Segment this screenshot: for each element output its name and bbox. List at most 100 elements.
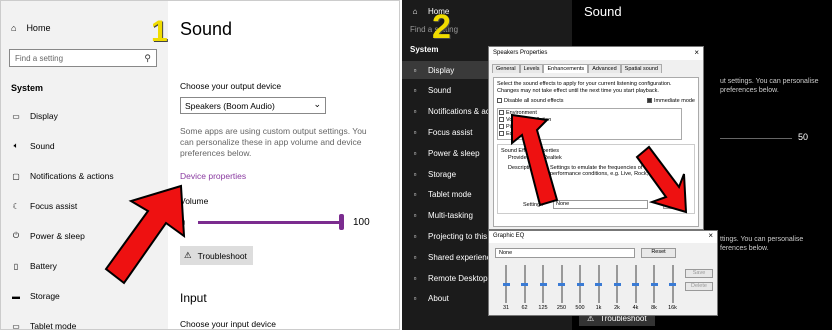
dialog-tab[interactable]: Levels: [519, 64, 544, 73]
dialog-tab[interactable]: Enhancements: [543, 64, 589, 73]
red-arrow-icon: [104, 184, 186, 285]
volume-value: 100: [353, 217, 370, 228]
sidebar-item[interactable]: ▭ Display: [1, 107, 168, 125]
volume-slider[interactable]: [720, 138, 792, 139]
close-icon[interactable]: ×: [694, 48, 699, 57]
sidebar-item-label: Storage: [30, 291, 60, 301]
reset-button[interactable]: Reset: [641, 248, 676, 258]
sidebar-item[interactable]: ▭ Tablet mode: [1, 317, 168, 330]
input-label: Choose your input device: [180, 319, 276, 329]
display-icon: ▭: [12, 111, 20, 121]
section-heading: System: [11, 83, 44, 93]
eq-band-thumb[interactable]: [502, 283, 510, 286]
sidebar-item-label: Storage: [428, 169, 457, 179]
sidebar-item-label: Sound: [428, 86, 452, 96]
eq-band-thumb[interactable]: [576, 283, 584, 286]
nav-icon: ▫: [413, 107, 417, 117]
eq-band-thumb[interactable]: [669, 283, 676, 286]
dialog-tab[interactable]: Spatial sound: [620, 64, 662, 73]
background-text: ut settings. You can personalise: [720, 78, 819, 85]
eq-band-thumb[interactable]: [595, 283, 602, 286]
tablet-icon: ▭: [12, 321, 20, 330]
graphic-eq-window: Graphic EQ × None Reset Save Delete 31 62 1…: [488, 230, 718, 316]
eq-titlebar: Graphic EQ ×: [489, 231, 717, 243]
nav-icon: ▫: [413, 65, 417, 75]
search-icon: ⚲: [144, 53, 151, 63]
nav-icon: ▫: [413, 294, 417, 304]
background-text: ferences below.: [720, 245, 769, 252]
sidebar-item-label: Tablet mode: [30, 321, 77, 330]
eq-band-thumb[interactable]: [650, 283, 658, 286]
nav-icon: ▫: [413, 148, 417, 158]
eq-band-label: 16k: [668, 305, 677, 311]
eq-band-thumb[interactable]: [521, 283, 528, 286]
tab-description: Select the sound effects to apply for yo…: [497, 81, 672, 94]
home-icon: ⌂: [11, 23, 17, 33]
eq-band-label: 1k: [595, 305, 602, 311]
input-heading: Input: [180, 291, 207, 305]
delete-button[interactable]: Delete: [685, 282, 713, 291]
home-link[interactable]: ⌂ Home: [402, 2, 572, 20]
home-icon: ⌂: [412, 6, 418, 16]
red-arrow-icon: [635, 145, 688, 214]
background-text: ttings. You can personalise: [720, 236, 804, 243]
speaker-icon: 🔈︎: [13, 141, 19, 150]
background-text: preferences below.: [720, 87, 779, 94]
sidebar-item[interactable]: 🔈︎ Sound: [1, 137, 168, 155]
eq-band-label: 31: [502, 305, 510, 311]
volume-value: 50: [798, 132, 809, 142]
sidebar-item-label: Remote Desktop: [428, 273, 488, 283]
output-label: Choose your output device: [180, 81, 282, 91]
eq-band-thumb[interactable]: [539, 283, 547, 286]
main-content: Sound Choose your output device Speakers…: [168, 1, 399, 329]
nav-icon: ▫: [413, 127, 417, 137]
save-button[interactable]: Save: [685, 269, 713, 278]
immediate-mode-checkbox[interactable]: Immediate mode: [647, 98, 695, 104]
sidebar-item-label: Notifications & actions: [30, 171, 114, 181]
battery-icon: ▯: [13, 261, 19, 271]
sidebar-item-label: Display: [428, 65, 455, 75]
volume-slider-thumb[interactable]: [339, 214, 344, 230]
sidebar-item-label: Multi-tasking: [428, 211, 473, 221]
eq-band-thumb[interactable]: [558, 283, 565, 286]
eq-preset-select[interactable]: None: [495, 248, 635, 258]
sidebar-item-label: Power & sleep: [30, 231, 85, 241]
notification-icon: ▢: [12, 171, 20, 181]
nav-icon: ▫: [413, 252, 417, 262]
sidebar-item-label: Power & sleep: [428, 148, 480, 158]
sidebar-item-label: Focus assist: [428, 127, 473, 137]
eq-band-label: 8k: [651, 305, 657, 311]
storage-icon: ▬: [12, 291, 20, 301]
output-device-select[interactable]: Speakers (Boom Audio) ⌄: [180, 97, 326, 114]
settings-panel-dark: ⌂ Home Find a setting System ▫ Display ▫ Sou…: [402, 0, 832, 330]
settings-panel-light: ⌂ Home Find a setting ⚲ System ▭ Display 🔈︎ S…: [0, 0, 400, 330]
eq-band-label: 2k: [614, 305, 620, 311]
home-link[interactable]: ⌂ Home: [11, 23, 50, 33]
eq-band-thumb[interactable]: [632, 283, 639, 286]
eq-band-label: 125: [538, 305, 548, 311]
sidebar-item-label: Tablet mode: [428, 190, 472, 200]
step-number: 2: [432, 8, 451, 46]
close-icon[interactable]: ×: [708, 231, 713, 240]
sidebar-item-label: Display: [30, 111, 58, 121]
nav-icon: ▫: [413, 273, 417, 283]
sidebar-item-label: Focus assist: [30, 201, 78, 211]
dialog-tab[interactable]: General: [492, 64, 520, 73]
device-properties-link[interactable]: Device properties: [180, 171, 246, 181]
page-title: Sound: [180, 19, 233, 39]
sidebar-item-label: Sound: [30, 141, 55, 151]
nav-icon: ▫: [413, 190, 417, 200]
eq-band-thumb[interactable]: [613, 283, 621, 286]
search-input[interactable]: Find a setting: [402, 20, 572, 38]
volume-slider[interactable]: [198, 221, 343, 224]
dialog-tab[interactable]: Advanced: [588, 64, 621, 73]
eq-band-label: 250: [556, 305, 567, 311]
dialog-titlebar: Speakers Properties ×: [489, 47, 703, 60]
eq-band-label: 500: [575, 305, 585, 311]
search-input[interactable]: Find a setting ⚲: [9, 49, 157, 67]
power-icon: ⏻: [12, 231, 20, 240]
red-arrow-icon: [511, 113, 559, 207]
eq-band-label: 62: [521, 305, 528, 311]
output-description: Some apps are using custom output settin…: [180, 126, 367, 158]
nav-icon: ▫: [413, 211, 417, 221]
